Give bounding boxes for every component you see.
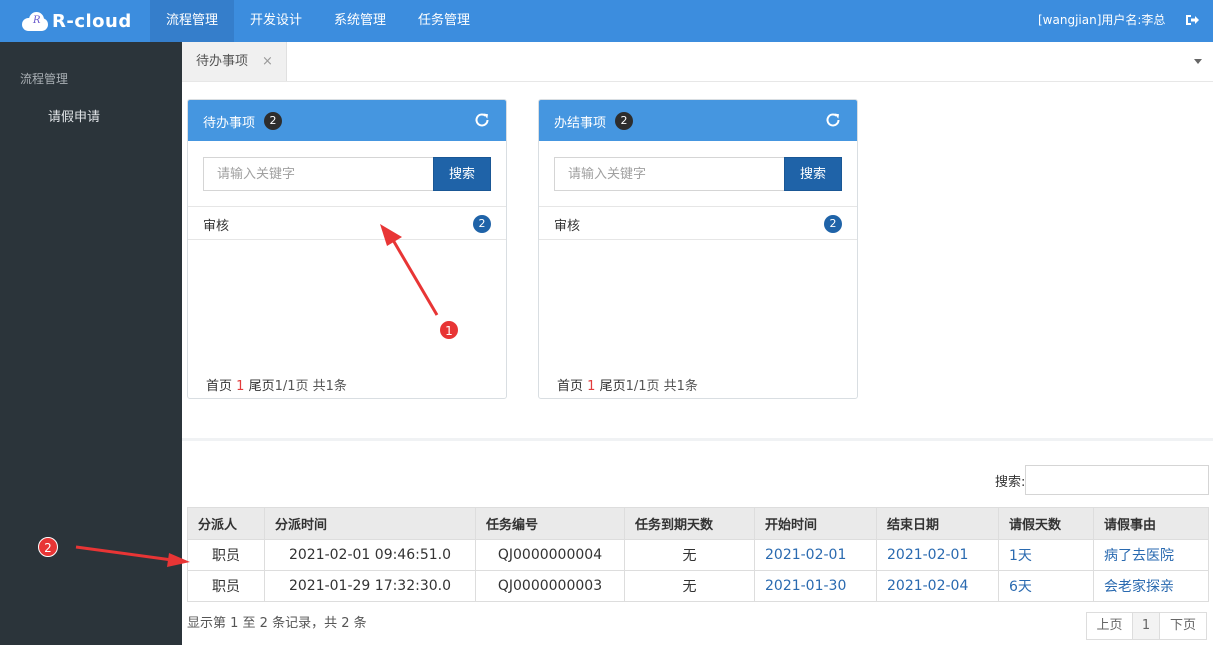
sidebar-section-title[interactable]: 流程管理 [20,70,68,87]
tab-bar: 待办事项 × [182,42,1213,82]
tab-label: 待办事项 [196,54,249,69]
sidebar: 流程管理 请假申请 [0,42,182,645]
panel-title: 待办事项 [203,116,256,131]
pager: 首页 1 尾页1/1页 共1条 [206,375,347,394]
column-header[interactable]: 任务到期天数 [624,507,755,540]
pager-info: 1/1页 共1条 [274,379,347,394]
table-header-row: 分派人 分派时间 任务编号 任务到期天数 开始时间 结束日期 请假天数 请假事由 [187,507,1209,540]
task-table: 分派人 分派时间 任务编号 任务到期天数 开始时间 结束日期 请假天数 请假事由… [187,507,1209,602]
cell-start-date[interactable]: 2021-02-01 [754,539,877,571]
panel-header: 办结事项 2 [539,100,857,141]
topnav-task-management[interactable]: 任务管理 [402,0,486,42]
sidebar-item-leave-request[interactable]: 请假申请 [48,106,100,125]
refresh-icon[interactable] [473,111,491,129]
list-item-label: 审核 [203,219,230,234]
prev-page-button[interactable]: 上页 [1086,612,1133,640]
count-badge: 2 [264,112,282,130]
tab-todo[interactable]: 待办事项 × [182,42,287,81]
search-button[interactable]: 搜索 [784,157,842,191]
first-page-link[interactable]: 首页 [557,379,583,394]
current-page: 1 [236,379,245,394]
first-page-link[interactable]: 首页 [206,379,232,394]
cell-leave-days[interactable]: 6天 [998,570,1094,602]
topnav-system-management[interactable]: 系统管理 [318,0,402,42]
section-divider [182,438,1213,441]
column-header[interactable]: 任务编号 [475,507,625,540]
pager-info: 1/1页 共1条 [625,379,698,394]
panel-title: 办结事项 [554,116,607,131]
cell-end-date[interactable]: 2021-02-01 [876,539,999,571]
annotation-marker-1: 1 [439,320,459,340]
column-header[interactable]: 分派时间 [264,507,476,540]
list-item-review[interactable]: 审核 2 [188,206,506,240]
refresh-icon[interactable] [824,111,842,129]
count-badge: 2 [473,215,491,233]
list-item-label: 审核 [554,219,581,234]
search-group: 搜索 [554,157,843,191]
cloud-logo-icon: R [22,11,50,31]
search-group: 搜索 [203,157,492,191]
annotation-marker-2: 2 [38,537,58,557]
cell-start-date[interactable]: 2021-01-30 [754,570,877,602]
count-badge: 2 [824,215,842,233]
column-header[interactable]: 请假事由 [1093,507,1209,540]
topnav-process-management[interactable]: 流程管理 [150,0,235,42]
search-input[interactable] [554,157,785,191]
search-input[interactable] [203,157,434,191]
table-search-input[interactable] [1025,465,1209,495]
next-page-button[interactable]: 下页 [1159,612,1207,640]
pager: 首页 1 尾页1/1页 共1条 [557,375,698,394]
cell-due-days: 无 [624,570,755,602]
cell-assign-time: 2021-02-01 09:46:51.0 [264,539,476,571]
search-button[interactable]: 搜索 [433,157,491,191]
count-badge: 2 [615,112,633,130]
topnav-dev-design[interactable]: 开发设计 [234,0,318,42]
table-pagination: 上页 1 下页 [1086,612,1207,640]
cell-assigner: 职员 [187,570,265,602]
cell-due-days: 无 [624,539,755,571]
close-icon[interactable]: × [262,42,273,81]
chevron-down-icon[interactable] [1194,59,1202,64]
table-row[interactable]: 职员 2021-01-29 17:32:30.0 QJ0000000003 无 … [187,570,1209,602]
table-record-info: 显示第 1 至 2 条记录，共 2 条 [187,616,367,631]
top-nav: 流程管理 开发设计 系统管理 任务管理 [150,0,486,42]
column-header[interactable]: 分派人 [187,507,265,540]
column-header[interactable]: 开始时间 [754,507,877,540]
logo-text: R-cloud [52,10,132,32]
current-page: 1 [587,379,596,394]
list-item-review[interactable]: 审核 2 [539,206,857,240]
last-page-link[interactable]: 尾页 [249,379,275,394]
cell-task-no: QJ0000000003 [475,570,625,602]
cell-task-no: QJ0000000004 [475,539,625,571]
column-header[interactable]: 结束日期 [876,507,999,540]
todo-panel: 待办事项 2 搜索 审核 2 首页 1 尾页1/1页 共1条 [187,99,507,399]
logo[interactable]: R R-cloud [22,9,132,33]
cell-end-date[interactable]: 2021-02-04 [876,570,999,602]
page-number-button[interactable]: 1 [1132,612,1160,640]
user-info[interactable]: [wangjian]用户名:李总 [1038,0,1165,42]
panel-header: 待办事项 2 [188,100,506,141]
table-row[interactable]: 职员 2021-02-01 09:46:51.0 QJ0000000004 无 … [187,539,1209,571]
cell-reason[interactable]: 会老家探亲 [1093,570,1209,602]
cell-assigner: 职员 [187,539,265,571]
column-header[interactable]: 请假天数 [998,507,1094,540]
table-search-label: 搜索: [995,475,1026,490]
logout-icon[interactable] [1185,13,1199,27]
done-panel: 办结事项 2 搜索 审核 2 首页 1 尾页1/1页 共1条 [538,99,858,399]
cell-leave-days[interactable]: 1天 [998,539,1094,571]
cell-reason[interactable]: 病了去医院 [1093,539,1209,571]
cell-assign-time: 2021-01-29 17:32:30.0 [264,570,476,602]
top-bar: R R-cloud 流程管理 开发设计 系统管理 任务管理 [wangjian]… [0,0,1213,42]
last-page-link[interactable]: 尾页 [600,379,626,394]
